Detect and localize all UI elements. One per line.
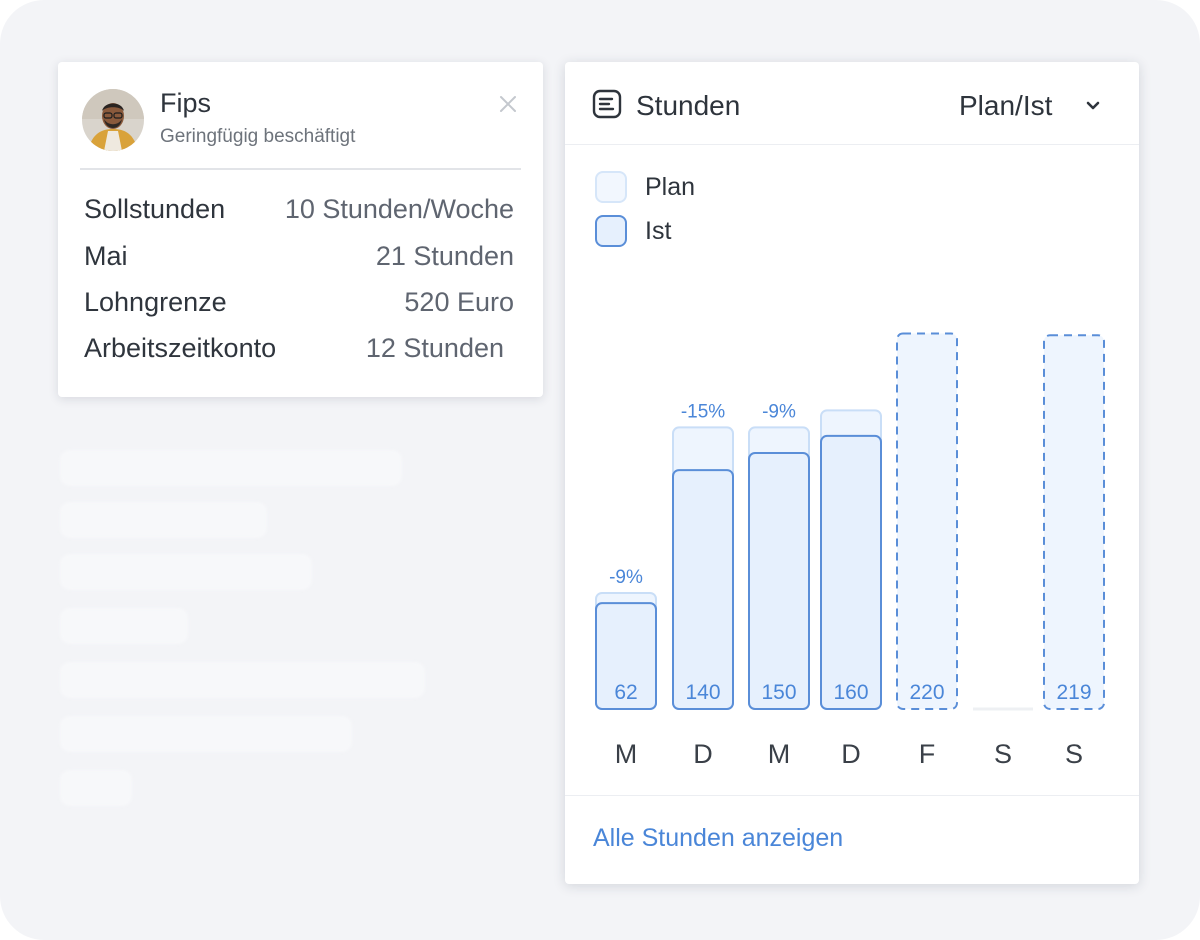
day-axis-label: F — [919, 739, 936, 769]
employee-role: Geringfügig beschäftigt — [160, 126, 356, 147]
close-icon — [500, 96, 516, 112]
avatar-image — [82, 89, 144, 151]
hours-card-footer: Alle Stunden anzeigen — [565, 795, 1139, 885]
bar-value-label: 220 — [909, 681, 944, 704]
info-value: 520 Euro — [404, 287, 514, 317]
info-label: Arbeitszeitkonto — [84, 333, 277, 363]
day-axis-label: D — [841, 739, 861, 769]
hours-card: Stunden Plan/Ist Plan Ist -9% 62 M -15% 140 D… — [565, 62, 1139, 884]
placeholder-row — [60, 502, 267, 538]
placeholder-row — [60, 716, 352, 752]
day-axis-label: S — [994, 739, 1012, 769]
close-button[interactable] — [494, 90, 522, 118]
placeholder-row — [60, 770, 132, 806]
ist-bar — [820, 434, 882, 710]
info-label: Lohngrenze — [84, 287, 227, 317]
info-value: 10 Stunden/Woche — [284, 194, 514, 224]
hours-bar-chart: -9% 62 M -15% 140 D -9% 150 M 160 D 220 F S 219 S — [595, 332, 1105, 769]
bar-value-label: 62 — [614, 681, 637, 704]
ist-bar — [672, 469, 734, 711]
bar-value-label: 150 — [761, 681, 796, 704]
employee-card: Fips Geringfügig beschäftigt Sollstunden… — [58, 62, 543, 397]
info-value: 12 Stunden — [365, 333, 504, 363]
day-axis-label: M — [615, 739, 638, 769]
day-axis-label: S — [1065, 739, 1083, 769]
info-row-sollstunden: Sollstunden 10 Stunden/Woche — [84, 194, 514, 230]
bar-value-label: 219 — [1056, 681, 1091, 704]
info-label: Mai — [84, 241, 128, 271]
info-row-month: Mai 21 Stunden — [84, 241, 514, 277]
ist-bar — [748, 452, 810, 710]
all-hours-link[interactable]: Alle Stunden anzeigen — [593, 824, 843, 853]
day-axis-label: D — [693, 739, 713, 769]
info-row-arbeitszeitkonto: Arbeitszeitkonto 12 Stunden — [84, 333, 504, 369]
info-row-lohngrenze: Lohngrenze 520 Euro — [84, 287, 514, 323]
planned-bar — [896, 332, 958, 710]
placeholder-row — [60, 450, 402, 486]
placeholder-row — [60, 608, 188, 644]
day-axis-label: M — [768, 739, 791, 769]
profile-divider — [80, 168, 521, 170]
bar-value-label: 160 — [833, 681, 868, 704]
deviation-label: -15% — [681, 401, 725, 422]
info-label: Sollstunden — [84, 194, 226, 224]
placeholder-row — [60, 662, 425, 698]
employee-name: Fips — [160, 88, 212, 118]
info-value: 21 Stunden — [375, 241, 514, 271]
placeholder-row — [60, 554, 312, 590]
bar-value-label: 140 — [685, 681, 720, 704]
deviation-label: -9% — [762, 401, 796, 422]
avatar — [82, 89, 144, 151]
deviation-label: -9% — [609, 567, 643, 588]
planned-bar — [1043, 334, 1105, 710]
